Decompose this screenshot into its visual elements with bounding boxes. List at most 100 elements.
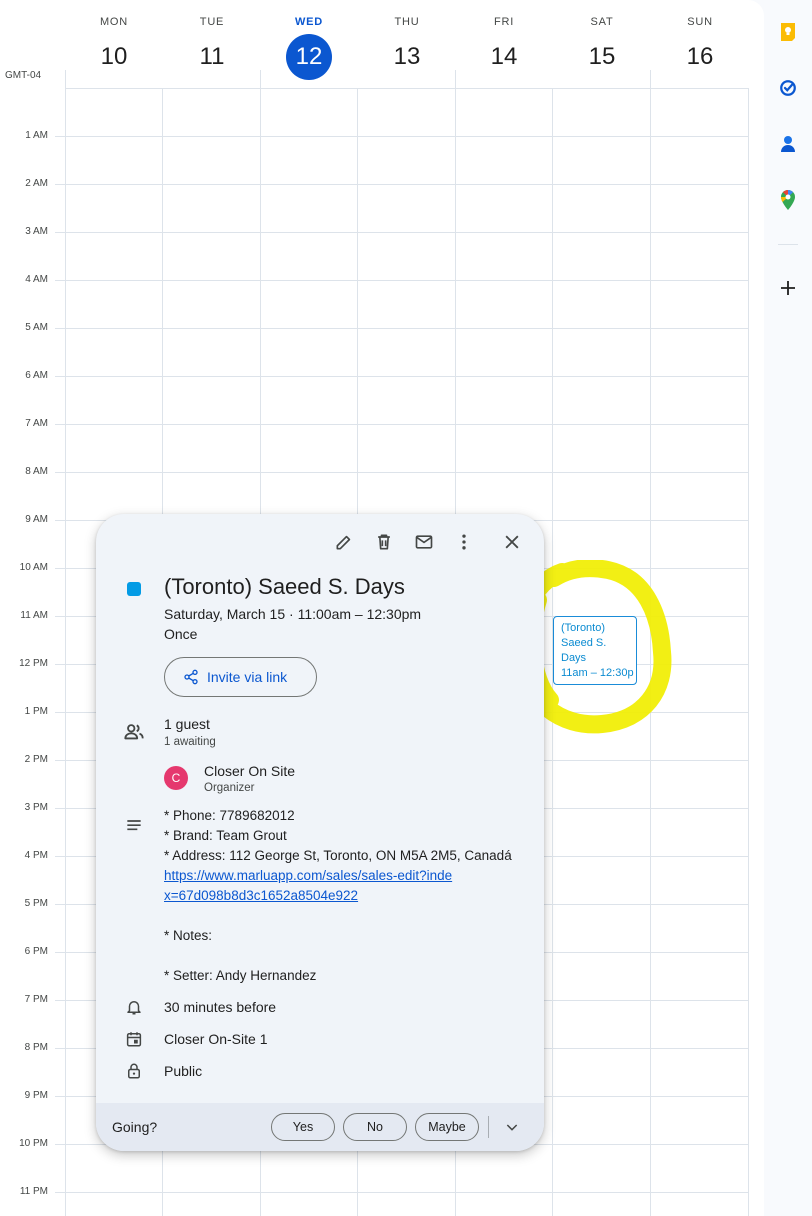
hour-label: 2 AM	[25, 178, 48, 189]
hour-gridline	[55, 136, 749, 137]
hour-label: 10 PM	[19, 1138, 48, 1149]
hour-label: 9 AM	[25, 514, 48, 525]
rsvp-divider	[488, 1116, 489, 1138]
hour-gridline	[55, 424, 749, 425]
event-chip-title-3: Days	[561, 652, 587, 664]
hour-label: 3 AM	[25, 226, 48, 237]
hour-gridline	[55, 376, 749, 377]
event-chip-time: 11am – 12:30p	[561, 667, 634, 679]
guest-status: 1 awaiting	[164, 736, 216, 748]
hour-label: 1 PM	[24, 706, 48, 717]
add-icon[interactable]	[778, 278, 798, 298]
rsvp-maybe-button[interactable]: Maybe	[415, 1113, 479, 1141]
close-icon[interactable]	[500, 530, 524, 554]
hour-gridline	[55, 472, 749, 473]
event-details-popup: (Toronto) Saeed S. Days Saturday, March …	[96, 514, 544, 1151]
hour-label: 5 AM	[25, 322, 48, 333]
day-name: TUE	[199, 16, 225, 28]
calendar-icon	[122, 1027, 146, 1051]
hour-label: 5 PM	[24, 898, 48, 909]
event-description: * Phone: 7789682012 * Brand: Team Grout …	[164, 806, 529, 986]
event-datetime: Saturday, March 15 · 11:00am – 12:30pm	[164, 606, 422, 622]
delete-icon[interactable]	[372, 530, 396, 554]
hour-label: 7 PM	[24, 994, 48, 1005]
column-divider	[65, 70, 66, 1216]
rsvp-no-button[interactable]: No	[343, 1113, 407, 1141]
day-number[interactable]: 11	[189, 34, 235, 80]
desc-phone: * Phone: 7789682012	[164, 808, 295, 823]
desc-link[interactable]: https://www.marluapp.com/sales/sales-edi…	[164, 866, 454, 906]
reminder-text: 30 minutes before	[164, 999, 277, 1015]
hour-label: 8 AM	[25, 466, 48, 477]
day-name: SUN	[687, 16, 713, 28]
hour-label: 2 PM	[24, 754, 48, 765]
avatar[interactable]: C	[164, 766, 188, 790]
hour-gridline	[55, 1192, 749, 1193]
hour-label: 10 AM	[19, 562, 48, 573]
more-icon[interactable]	[452, 530, 476, 554]
day-name: MON	[99, 16, 129, 28]
day-name: THU	[394, 16, 420, 28]
hour-label: 11 AM	[20, 610, 48, 621]
invite-label: Invite via link	[207, 669, 288, 685]
organizer-role: Organizer	[204, 782, 255, 794]
hour-label: 4 AM	[25, 274, 48, 285]
column-divider	[748, 88, 749, 1216]
hour-gridline	[55, 328, 749, 329]
maps-icon[interactable]	[778, 190, 798, 210]
all-day-divider	[65, 88, 749, 89]
bell-icon	[122, 995, 146, 1019]
hour-label: 6 PM	[24, 946, 48, 957]
edit-icon[interactable]	[332, 530, 356, 554]
description-icon	[122, 814, 146, 838]
desc-setter: * Setter: Andy Hernandez	[164, 968, 317, 983]
hour-label: 3 PM	[24, 802, 48, 813]
hour-label: 7 AM	[25, 418, 48, 429]
share-icon	[184, 669, 198, 685]
hour-label: 8 PM	[24, 1042, 48, 1053]
hour-gridline	[55, 280, 749, 281]
invite-via-link-button[interactable]: Invite via link	[164, 657, 317, 697]
organizer-name[interactable]: Closer On Site	[204, 763, 295, 779]
event-color-swatch	[127, 582, 141, 596]
hour-gridline	[55, 232, 749, 233]
timezone-label: GMT-04	[5, 70, 42, 81]
day-number[interactable]: 13	[384, 34, 430, 80]
tasks-icon[interactable]	[778, 78, 798, 98]
event-title: (Toronto) Saeed S. Days	[164, 574, 405, 599]
hour-label: 9 PM	[24, 1090, 48, 1101]
calendar-name: Closer On-Site 1	[164, 1031, 268, 1047]
keep-icon[interactable]	[778, 22, 798, 42]
lock-icon	[122, 1059, 146, 1083]
calendar-week-view: MON 10 TUE 11 WED 12 THU 13 FRI 14 SAT 1…	[0, 0, 764, 1216]
event-chip[interactable]: (Toronto) Saeed S. Days 11am – 12:30p	[553, 616, 637, 685]
rsvp-prompt: Going?	[112, 1119, 158, 1135]
day-number[interactable]: 10	[91, 34, 137, 80]
chevron-down-icon[interactable]	[500, 1115, 524, 1139]
hour-label: 6 AM	[25, 370, 48, 381]
event-recurrence: Once	[164, 626, 198, 642]
day-number[interactable]: 12	[286, 34, 332, 80]
rsvp-yes-button[interactable]: Yes	[271, 1113, 335, 1141]
day-number[interactable]: 14	[481, 34, 527, 80]
day-number[interactable]: 16	[677, 34, 723, 80]
column-divider	[650, 70, 651, 1216]
email-icon[interactable]	[412, 530, 436, 554]
hour-gridline	[55, 184, 749, 185]
desc-notes: * Notes:	[164, 928, 213, 943]
guest-count: 1 guest	[164, 716, 210, 732]
hour-label: 11 PM	[19, 1186, 48, 1197]
rail-divider	[778, 244, 798, 245]
contacts-icon[interactable]	[778, 134, 798, 154]
desc-address: * Address: 112 George St, Toronto, ON M5…	[164, 848, 512, 863]
desc-brand: * Brand: Team Grout	[164, 828, 287, 843]
rsvp-bar: Going? Yes No Maybe	[96, 1103, 544, 1151]
day-name: FRI	[493, 16, 515, 28]
day-name: SAT	[590, 16, 614, 28]
day-number[interactable]: 15	[579, 34, 625, 80]
hour-label: 12 PM	[19, 658, 48, 669]
event-chip-title-2: Saeed S.	[561, 637, 607, 649]
day-name: WED	[294, 16, 324, 28]
people-icon	[122, 720, 146, 744]
hour-label: 4 PM	[24, 850, 48, 861]
